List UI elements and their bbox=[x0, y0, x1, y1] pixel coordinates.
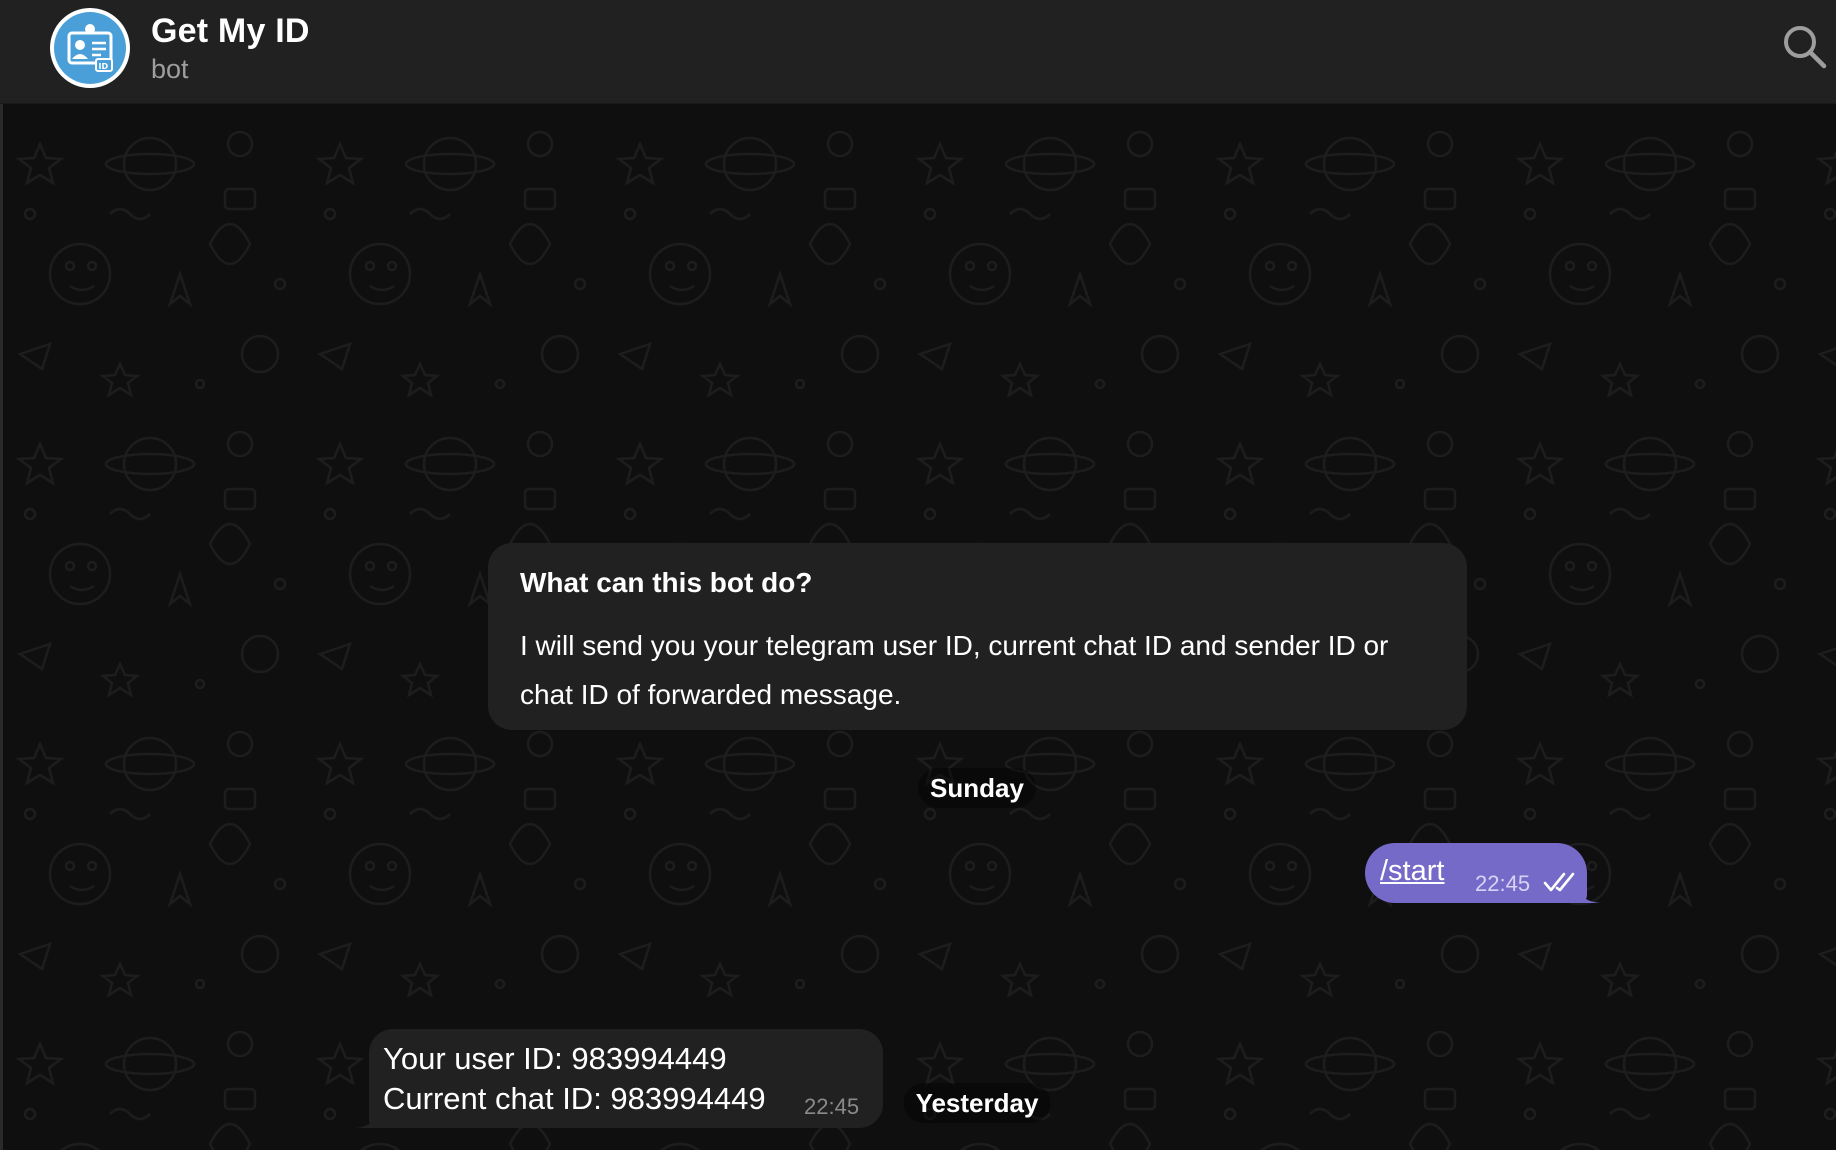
svg-text:ID: ID bbox=[99, 62, 109, 71]
user-id-line: Your user ID: 983994449 bbox=[383, 1041, 727, 1076]
incoming-message-time: 22:45 bbox=[804, 1094, 860, 1119]
outgoing-bubble-tail bbox=[1576, 883, 1600, 903]
bot-info-description: I will send you your telegram user ID, c… bbox=[520, 630, 1389, 710]
chat-messages-area[interactable]: What can this bot do? I will send you yo… bbox=[0, 104, 1836, 1150]
outgoing-command-link[interactable]: /start bbox=[1380, 855, 1444, 888]
outgoing-message-time: 22:45 bbox=[1475, 871, 1531, 896]
date-separator-sunday: Sunday bbox=[918, 768, 1036, 808]
chat-id-line: Current chat ID: 983994449 bbox=[383, 1081, 766, 1116]
outgoing-message[interactable]: /start 22:45 bbox=[1365, 843, 1587, 903]
chat-subtitle: bot bbox=[151, 54, 189, 84]
date-separator-yesterday: Yesterday bbox=[903, 1083, 1051, 1123]
search-icon[interactable] bbox=[1780, 22, 1830, 72]
incoming-bubble-tail bbox=[355, 1108, 379, 1128]
bot-info-card: What can this bot do? I will send you yo… bbox=[488, 543, 1467, 730]
id-card-icon: ID bbox=[54, 12, 126, 84]
avatar[interactable]: ID bbox=[50, 8, 130, 88]
chat-title[interactable]: Get My ID bbox=[151, 12, 310, 51]
double-check-icon bbox=[1543, 872, 1575, 892]
telegram-chat-window: ID Get My ID bot What can this bot do? I… bbox=[0, 0, 1836, 1150]
chat-header: ID Get My ID bot bbox=[0, 0, 1836, 104]
window-edge bbox=[0, 104, 3, 1150]
bot-info-title: What can this bot do? bbox=[520, 567, 813, 598]
incoming-message[interactable]: Your user ID: 983994449 Current chat ID:… bbox=[369, 1029, 883, 1128]
